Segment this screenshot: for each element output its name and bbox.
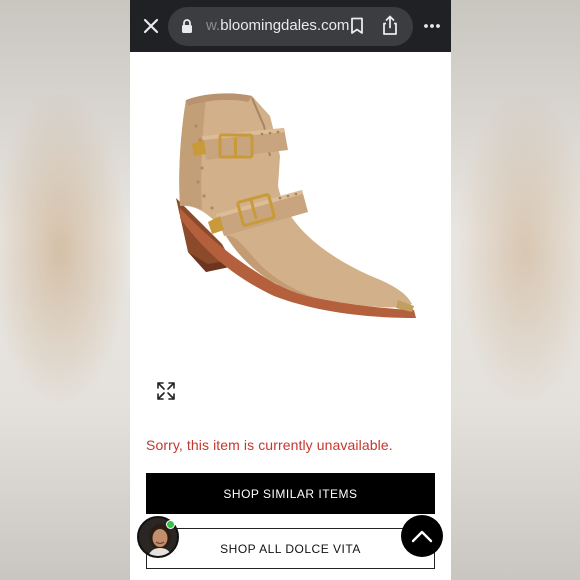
url-text[interactable]: w.bloomingdales.com [206,17,349,34]
browser-toolbar: w.bloomingdales.com [130,0,451,52]
address-bar[interactable]: w.bloomingdales.com [168,7,413,46]
lock-icon [182,19,192,33]
share-icon[interactable] [381,15,399,36]
close-icon[interactable] [138,13,164,39]
online-status-dot [166,520,175,529]
scroll-to-top-button[interactable] [401,515,443,557]
expand-icon[interactable] [156,381,176,401]
unavailable-message: Sorry, this item is currently unavailabl… [146,437,393,453]
bookmark-icon[interactable] [350,17,364,35]
shop-similar-button[interactable]: SHOP SIMILAR ITEMS [146,473,435,514]
url-domain: bloomingdales.com [220,17,350,34]
more-dots-icon[interactable] [423,18,441,34]
url-prefix: w. [206,17,221,34]
shop-brand-button[interactable]: SHOP ALL DOLCE VITA [146,528,435,569]
boot-image[interactable] [166,86,416,331]
chevron-up-icon [411,530,433,543]
phone-screen: w.bloomingdales.com Sorry, this item is … [130,0,451,580]
